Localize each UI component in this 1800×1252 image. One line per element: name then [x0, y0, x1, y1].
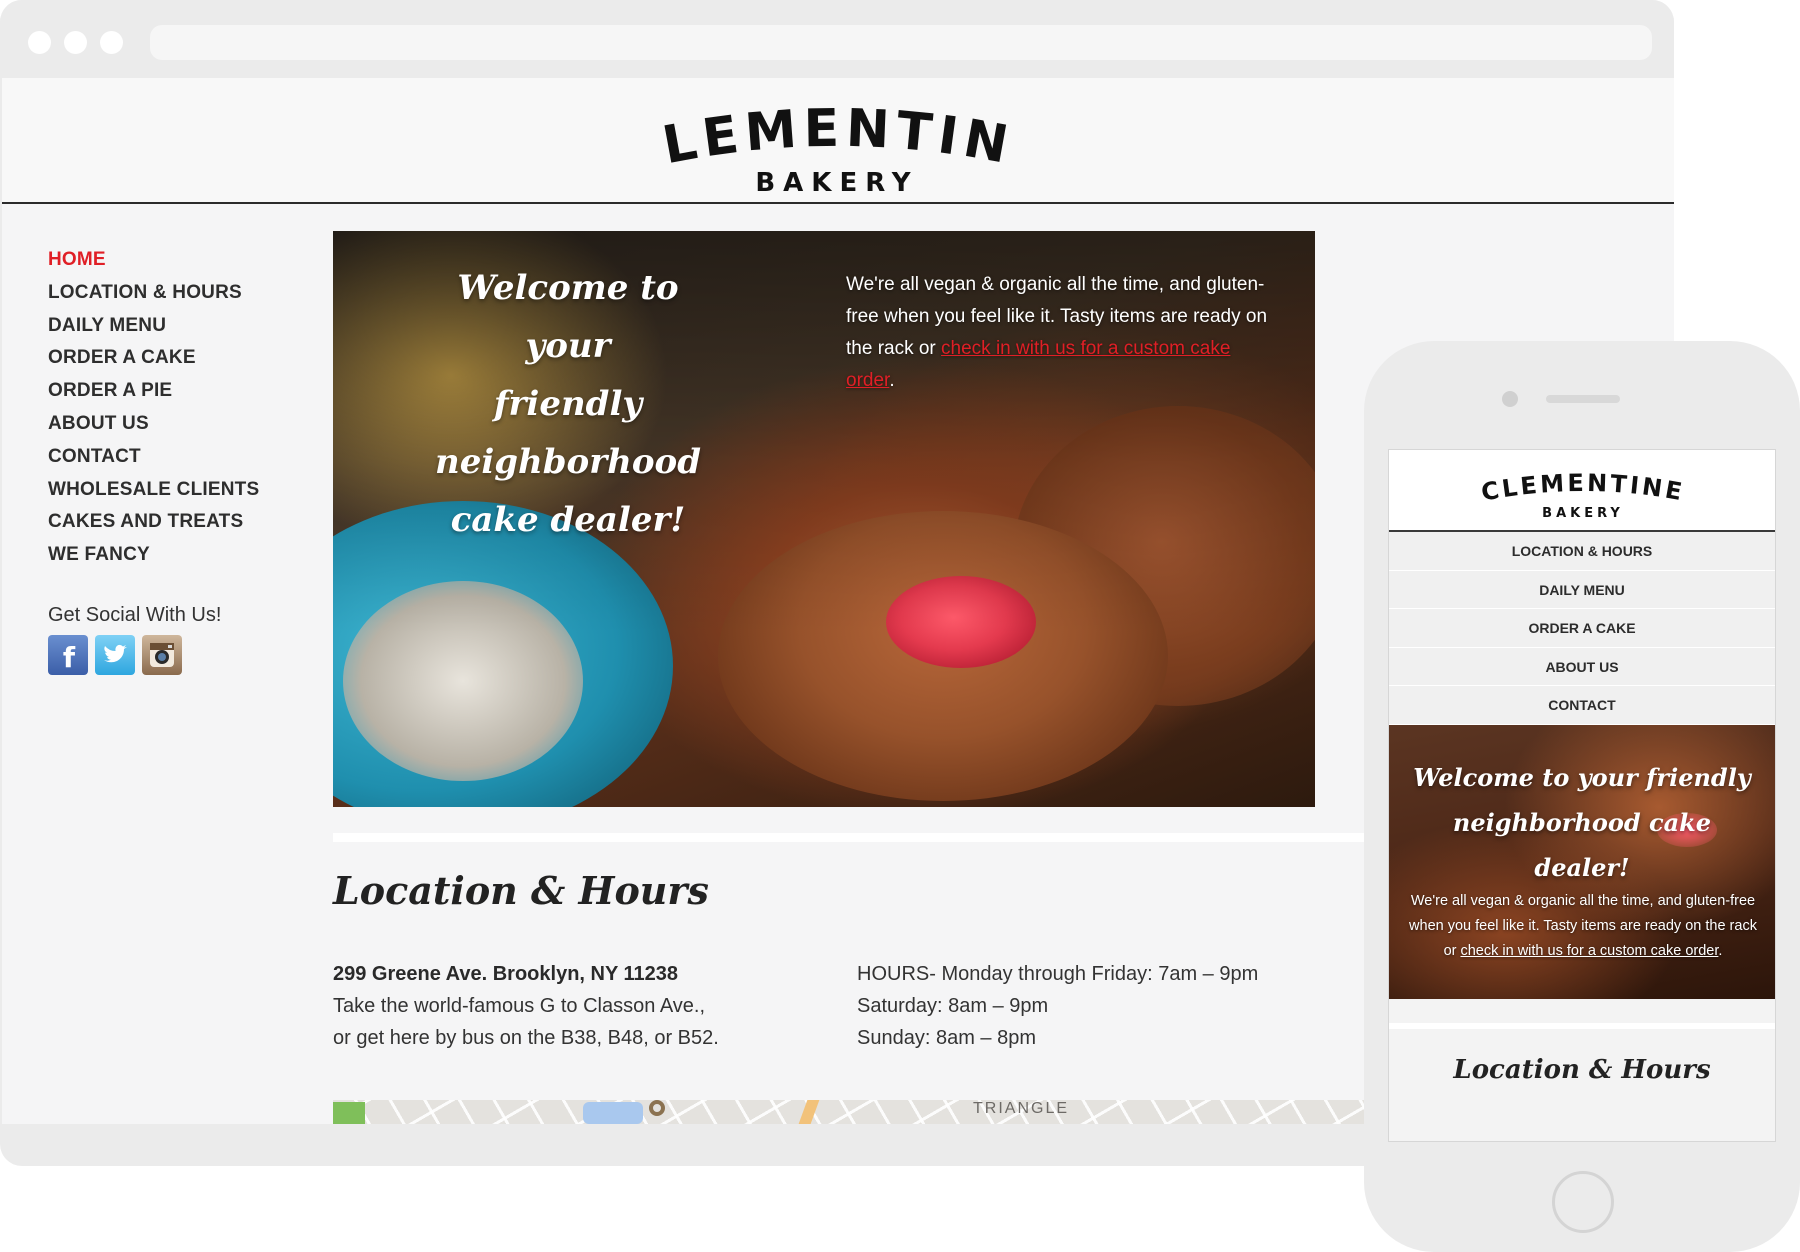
- mobile-location-hours-title: Location & Hours: [1453, 1054, 1711, 1085]
- logo-name: CLEMENTINE: [632, 96, 1012, 177]
- mobile-header: CLEMENTINE BAKERY: [1389, 450, 1775, 532]
- address-directions-train: Take the world-famous G to Classon Ave.,: [333, 995, 706, 1017]
- hero-banner: Welcome to your friendly neighborhood ca…: [333, 231, 1315, 807]
- nav-item-wholesale-clients[interactable]: WHOLESALE CLIENTS: [48, 474, 308, 507]
- site-header: CLEMENTINE BAKERY: [2, 78, 1674, 204]
- window-maximize-dot[interactable]: [100, 31, 123, 54]
- phone-home-button[interactable]: [1552, 1171, 1614, 1233]
- hours-block: HOURS- Monday through Friday: 7am – 9pm …: [857, 958, 1357, 1054]
- logo-subtitle: BAKERY: [755, 168, 918, 196]
- mobile-nav-item-about-us[interactable]: ABOUT US: [1389, 647, 1775, 687]
- hours-sunday: Sunday: 8am – 8pm: [857, 1027, 1036, 1049]
- nav-item-we-fancy[interactable]: WE FANCY: [48, 539, 308, 572]
- nav-item-contact[interactable]: CONTACT: [48, 441, 308, 474]
- location-hours-title: Location & Hours: [333, 868, 709, 913]
- address-street: 299 Greene Ave. Brooklyn, NY 11238: [333, 963, 679, 985]
- social-section: Get Social With Us! f: [48, 604, 308, 675]
- window-close-dot[interactable]: [28, 31, 51, 54]
- mobile-custom-cake-order-link[interactable]: check in with us for a custom cake order: [1460, 943, 1718, 959]
- mobile-nav-item-location-hours[interactable]: LOCATION & HOURS: [1389, 532, 1775, 571]
- nav-item-order-cake[interactable]: ORDER A CAKE: [48, 342, 308, 375]
- map-area-label: TRIANGLE: [973, 1100, 1070, 1117]
- address-bar[interactable]: [150, 25, 1652, 60]
- mobile-hero-banner: Welcome to your friendly neighborhood ca…: [1389, 724, 1775, 999]
- map-pin-icon[interactable]: [649, 1100, 665, 1116]
- mobile-logo-name: CLEMENTINE: [1481, 469, 1684, 507]
- mobile-phone-mockup: CLEMENTINE BAKERY LOCATION & HOURS DAILY…: [1364, 341, 1800, 1252]
- nav-item-cakes-treats[interactable]: CAKES AND TREATS: [48, 506, 308, 539]
- svg-text:CLEMENTINE: CLEMENTINE: [1481, 469, 1685, 507]
- mobile-nav-item-contact[interactable]: CONTACT: [1389, 686, 1775, 725]
- nav-item-location-hours[interactable]: LOCATION & HOURS: [48, 277, 308, 310]
- address-directions-bus: or get here by bus on the B38, B48, or B…: [333, 1027, 719, 1049]
- facebook-icon[interactable]: f: [48, 635, 88, 675]
- browser-toolbar: [0, 0, 1674, 78]
- mobile-hero-intro-text: We're all vegan & organic all the time, …: [1409, 892, 1757, 959]
- svg-text:f: f: [63, 641, 76, 670]
- instagram-icon[interactable]: [142, 635, 182, 675]
- phone-speaker: [1546, 395, 1620, 403]
- address-block: 299 Greene Ave. Brooklyn, NY 11238 Take …: [333, 958, 753, 1054]
- social-icons: f: [48, 635, 308, 675]
- site-logo[interactable]: CLEMENTINE BAKERY: [632, 96, 1042, 196]
- hero-heading: Welcome to your friendly neighborhood ca…: [435, 268, 701, 540]
- mobile-hero-heading: Welcome to your friendly neighborhood ca…: [1413, 762, 1751, 882]
- svg-text:CLEMENTINE: CLEMENTINE: [632, 96, 1018, 177]
- social-title: Get Social With Us!: [48, 604, 222, 626]
- nav-item-home[interactable]: HOME: [48, 244, 308, 277]
- nav-item-order-pie[interactable]: ORDER A PIE: [48, 375, 308, 408]
- mobile-nav: LOCATION & HOURS DAILY MENU ORDER A CAKE…: [1389, 532, 1775, 725]
- twitter-icon[interactable]: [95, 635, 135, 675]
- window-minimize-dot[interactable]: [64, 31, 87, 54]
- mobile-logo-subtitle: BAKERY: [1542, 506, 1624, 520]
- phone-camera: [1502, 391, 1518, 407]
- hours-saturday: Saturday: 8am – 9pm: [857, 995, 1049, 1017]
- mobile-logo[interactable]: CLEMENTINE BAKERY: [1481, 464, 1685, 520]
- mobile-nav-item-daily-menu[interactable]: DAILY MENU: [1389, 570, 1775, 610]
- nav-item-daily-menu[interactable]: DAILY MENU: [48, 310, 308, 343]
- mobile-screen: CLEMENTINE BAKERY LOCATION & HOURS DAILY…: [1388, 449, 1776, 1142]
- hero-intro-text: We're all vegan & organic all the time, …: [846, 274, 1268, 391]
- sidebar-nav: HOME LOCATION & HOURS DAILY MENU ORDER A…: [48, 244, 308, 572]
- mobile-section-divider: [1389, 998, 1775, 1029]
- hours-weekday: HOURS- Monday through Friday: 7am – 9pm: [857, 963, 1259, 985]
- mobile-nav-item-order-cake[interactable]: ORDER A CAKE: [1389, 609, 1775, 648]
- nav-item-about-us[interactable]: ABOUT US: [48, 408, 308, 441]
